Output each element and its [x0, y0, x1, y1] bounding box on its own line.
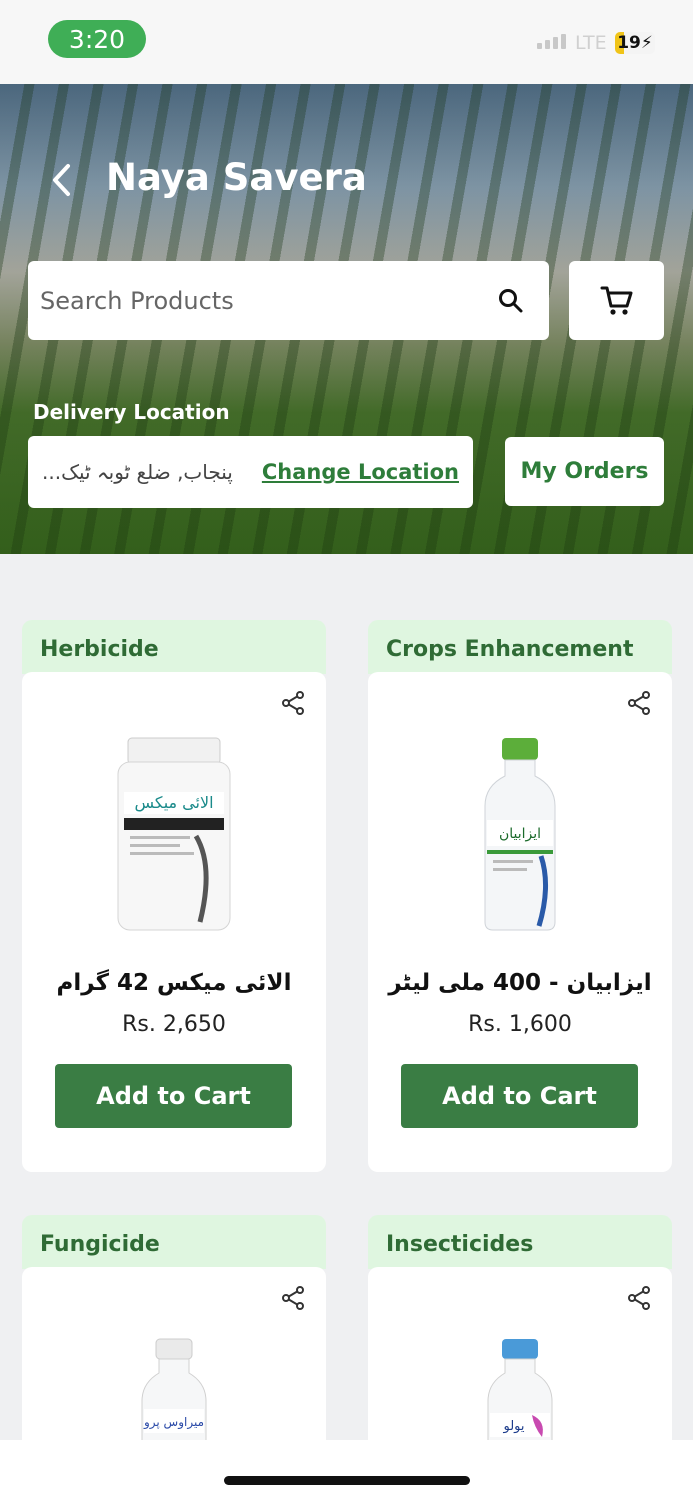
page-title: Naya Savera: [106, 156, 367, 199]
product-name: الائی میکس 42 گرام: [56, 970, 292, 996]
network-label: LTE: [575, 32, 607, 54]
share-icon[interactable]: [626, 1285, 652, 1311]
category-label: Fungicide: [22, 1215, 326, 1269]
status-time: 3:20: [48, 20, 146, 58]
product-card: Fungicide میراوس پرو: [22, 1215, 326, 1467]
share-icon[interactable]: [626, 690, 652, 716]
delivery-location-field: پنجاب, ضلع ٹوبہ ٹیک... Change Location: [28, 436, 473, 508]
battery-level: 19: [617, 33, 641, 53]
battery-icon: 19 ⚡: [615, 32, 655, 54]
change-location-link[interactable]: Change Location: [262, 460, 459, 484]
add-to-cart-button[interactable]: Add to Cart: [55, 1064, 292, 1128]
search-icon[interactable]: [491, 281, 531, 321]
product-price: Rs. 1,600: [468, 1012, 572, 1037]
product-price: Rs. 2,650: [122, 1012, 226, 1037]
status-bar: 3:20 LTE 19 ⚡: [0, 0, 693, 84]
category-label: Herbicide: [22, 620, 326, 674]
location-value: پنجاب, ضلع ٹوبہ ٹیک...: [42, 460, 233, 484]
share-icon[interactable]: [280, 690, 306, 716]
product-card-body[interactable]: یولو: [368, 1267, 672, 1467]
product-image: الائی میکس: [22, 736, 326, 936]
product-card-body[interactable]: الائی میکس الائی میکس 42 گرام Rs. 2,650 …: [22, 672, 326, 1172]
category-label: Insecticides: [368, 1215, 672, 1269]
hero-banner: Naya Savera Search Products Delivery Loc…: [0, 84, 693, 554]
back-button[interactable]: [44, 160, 80, 200]
cart-button[interactable]: [569, 261, 664, 340]
product-card-body[interactable]: میراوس پرو: [22, 1267, 326, 1467]
svg-text:میراوس پرو: میراوس پرو: [143, 1415, 204, 1430]
svg-text:الائی میکس: الائی میکس: [134, 793, 213, 813]
product-card: Insecticides یولو: [368, 1215, 672, 1467]
delivery-location-label: Delivery Location: [33, 400, 230, 424]
home-indicator[interactable]: [224, 1476, 470, 1485]
share-icon[interactable]: [280, 1285, 306, 1311]
product-image: ایزابیان: [368, 736, 672, 936]
add-to-cart-button[interactable]: Add to Cart: [401, 1064, 638, 1128]
product-card-body[interactable]: ایزابیان ایزابیان - 400 ملی لیٹر Rs. 1,6…: [368, 672, 672, 1172]
my-orders-button[interactable]: My Orders: [505, 437, 664, 506]
search-input[interactable]: Search Products: [28, 261, 549, 340]
signal-icon: [537, 34, 566, 49]
product-name: ایزابیان - 400 ملی لیٹر: [388, 970, 652, 996]
search-placeholder: Search Products: [40, 286, 234, 315]
cart-icon: [600, 286, 632, 315]
svg-text:ایزابیان: ایزابیان: [499, 826, 541, 842]
product-card: Herbicide الائی میکس الائی میکس 42 گرام: [22, 620, 326, 1172]
category-label: Crops Enhancement: [368, 620, 672, 674]
svg-text:یولو: یولو: [502, 1419, 524, 1434]
bottom-bar: [0, 1440, 693, 1500]
chevron-left-icon: [53, 164, 70, 196]
charging-icon: ⚡: [640, 33, 653, 53]
product-card: Crops Enhancement ایزابیان ایزابیان - 40…: [368, 620, 672, 1172]
